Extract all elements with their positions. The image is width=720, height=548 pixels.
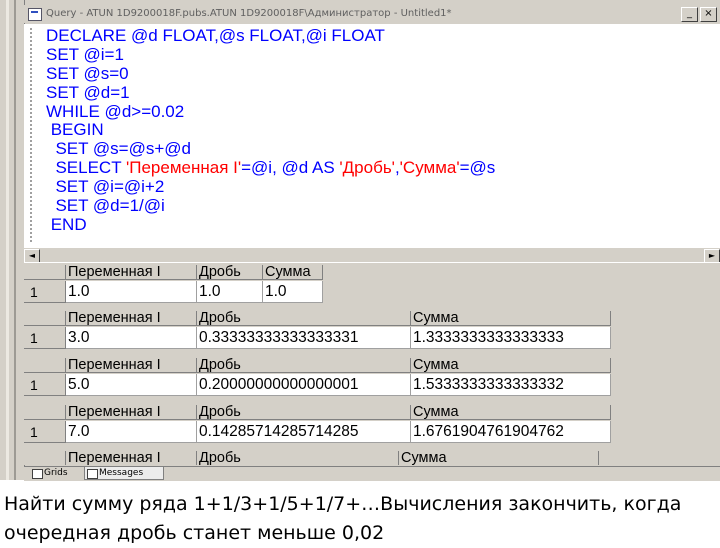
minimize-icon[interactable]: _ xyxy=(681,7,698,22)
table-cell[interactable]: 1.0 xyxy=(263,281,323,303)
column-header[interactable]: Сумма xyxy=(411,311,611,326)
table-cell[interactable]: 0.14285714285714285 xyxy=(197,421,411,443)
string-literal: 'Сумма' xyxy=(399,158,460,178)
keyword-text: =@s xyxy=(459,158,496,178)
column-header[interactable]: Сумма xyxy=(263,265,323,280)
code-line: SET @d=1 xyxy=(46,82,495,103)
grid-corner[interactable] xyxy=(24,265,66,280)
string-literal: 'Переменная I' xyxy=(126,158,242,178)
results-tabs: Grids Messages xyxy=(24,466,720,481)
row-number[interactable]: 1 xyxy=(24,374,66,396)
column-header[interactable]: Переменная I xyxy=(66,265,197,280)
query-window-icon xyxy=(28,8,42,21)
table-cell[interactable]: 7.0 xyxy=(66,421,197,443)
code-line: SET @s=@s+@d xyxy=(46,139,495,159)
table-cell[interactable]: 0.33333333333333331 xyxy=(197,327,411,349)
window-titlebar: Query - ATUN 1D9200018F.pubs.ATUN 1D9200… xyxy=(24,5,720,23)
keyword-text: SET @s=0 xyxy=(46,63,129,83)
sql-code: DECLARE @d FLOAT,@s FLOAT,@i FLOAT SET @i… xyxy=(46,26,496,235)
code-line: DECLARE @d FLOAT,@s FLOAT,@i FLOAT xyxy=(46,26,495,46)
column-header[interactable]: Дробь xyxy=(197,405,411,420)
tab-grids[interactable]: Grids xyxy=(30,467,82,480)
sql-editor[interactable]: DECLARE @d FLOAT,@s FLOAT,@i FLOAT SET @i… xyxy=(24,24,720,248)
table-cell[interactable]: 0.20000000000000001 xyxy=(197,374,411,396)
row-number[interactable]: 1 xyxy=(24,327,66,349)
column-header[interactable]: Переменная I xyxy=(66,405,197,420)
keyword-text: SELECT xyxy=(46,158,126,178)
keyword-text: SET @d=1 xyxy=(46,82,130,102)
window-title: Query - ATUN 1D9200018F.pubs.ATUN 1D9200… xyxy=(46,8,452,19)
column-header[interactable]: Сумма xyxy=(399,451,599,465)
row-number[interactable]: 1 xyxy=(24,281,66,303)
column-header[interactable]: Переменная I xyxy=(66,451,197,465)
grid-corner[interactable] xyxy=(24,405,66,420)
keyword-text: END xyxy=(46,214,87,234)
keyword-text: DECLARE @d FLOAT,@s FLOAT,@i FLOAT xyxy=(46,26,385,45)
grid-corner[interactable] xyxy=(24,451,66,465)
column-header[interactable]: Сумма xyxy=(411,405,611,420)
column-header[interactable]: Переменная I xyxy=(66,358,197,373)
table-cell[interactable]: 1.0 xyxy=(66,281,197,303)
scroll-left-icon[interactable]: ◄ xyxy=(24,249,40,263)
tab-messages[interactable]: Messages xyxy=(84,467,164,480)
results-pane: Переменная I Дробь Сумма 1 1.0 1.0 1.0 Переменн… xyxy=(24,265,720,465)
code-line: SET @i=@i+2 xyxy=(46,177,495,197)
code-line: SET @s=0 xyxy=(46,63,495,84)
column-header[interactable]: Переменная I xyxy=(66,311,197,326)
keyword-text: SET @i=1 xyxy=(46,44,124,64)
keyword-text: WHILE @d>=0.02 xyxy=(46,101,185,121)
string-literal: 'Дробь' xyxy=(339,158,395,178)
column-header[interactable]: Дробь xyxy=(197,311,411,326)
keyword-text: SET @i=@i+2 xyxy=(46,177,165,197)
table-cell[interactable]: 3.0 xyxy=(66,327,197,349)
grid-icon xyxy=(32,469,43,479)
grid-corner[interactable] xyxy=(24,358,66,373)
row-number[interactable]: 1 xyxy=(24,421,66,443)
close-icon[interactable]: × xyxy=(700,7,717,22)
grid-corner[interactable] xyxy=(24,311,66,326)
scroll-right-icon[interactable]: ► xyxy=(704,249,720,263)
keyword-text: SET @s=@s+@d xyxy=(46,139,192,159)
slide-caption: Найти сумму ряда 1+1/3+1/5+1/7+…Вычислен… xyxy=(4,493,682,544)
table-cell[interactable]: 5.0 xyxy=(66,374,197,396)
code-line: BEGIN xyxy=(46,121,495,140)
column-header[interactable]: Сумма xyxy=(411,358,611,373)
table-cell[interactable]: 1.0 xyxy=(197,281,263,303)
code-line: SET @i=1 xyxy=(46,44,495,65)
messages-icon xyxy=(87,469,98,479)
code-line: WHILE @d>=0.02 xyxy=(46,101,495,122)
keyword-text: SET @d=1/@i xyxy=(46,196,165,216)
table-cell[interactable]: 1.3333333333333333 xyxy=(411,327,611,349)
column-header[interactable]: Дробь xyxy=(197,265,263,280)
table-cell[interactable]: 1.5333333333333332 xyxy=(411,374,611,396)
editor-hscrollbar[interactable]: ◄ ► xyxy=(24,248,720,263)
table-cell[interactable]: 1.6761904761904762 xyxy=(411,421,611,443)
code-line: SET @d=1/@i xyxy=(46,196,495,216)
keyword-text: =@i, @d AS xyxy=(241,158,340,178)
editor-gutter xyxy=(24,24,42,248)
code-line: SELECT 'Переменная I'=@i, @d AS 'Дробь',… xyxy=(46,158,496,178)
column-header[interactable]: Дробь xyxy=(197,358,411,373)
column-header[interactable]: Дробь xyxy=(197,451,399,465)
code-line: END xyxy=(46,214,495,235)
keyword-text: BEGIN xyxy=(46,120,104,140)
left-panel-strip xyxy=(0,0,25,480)
